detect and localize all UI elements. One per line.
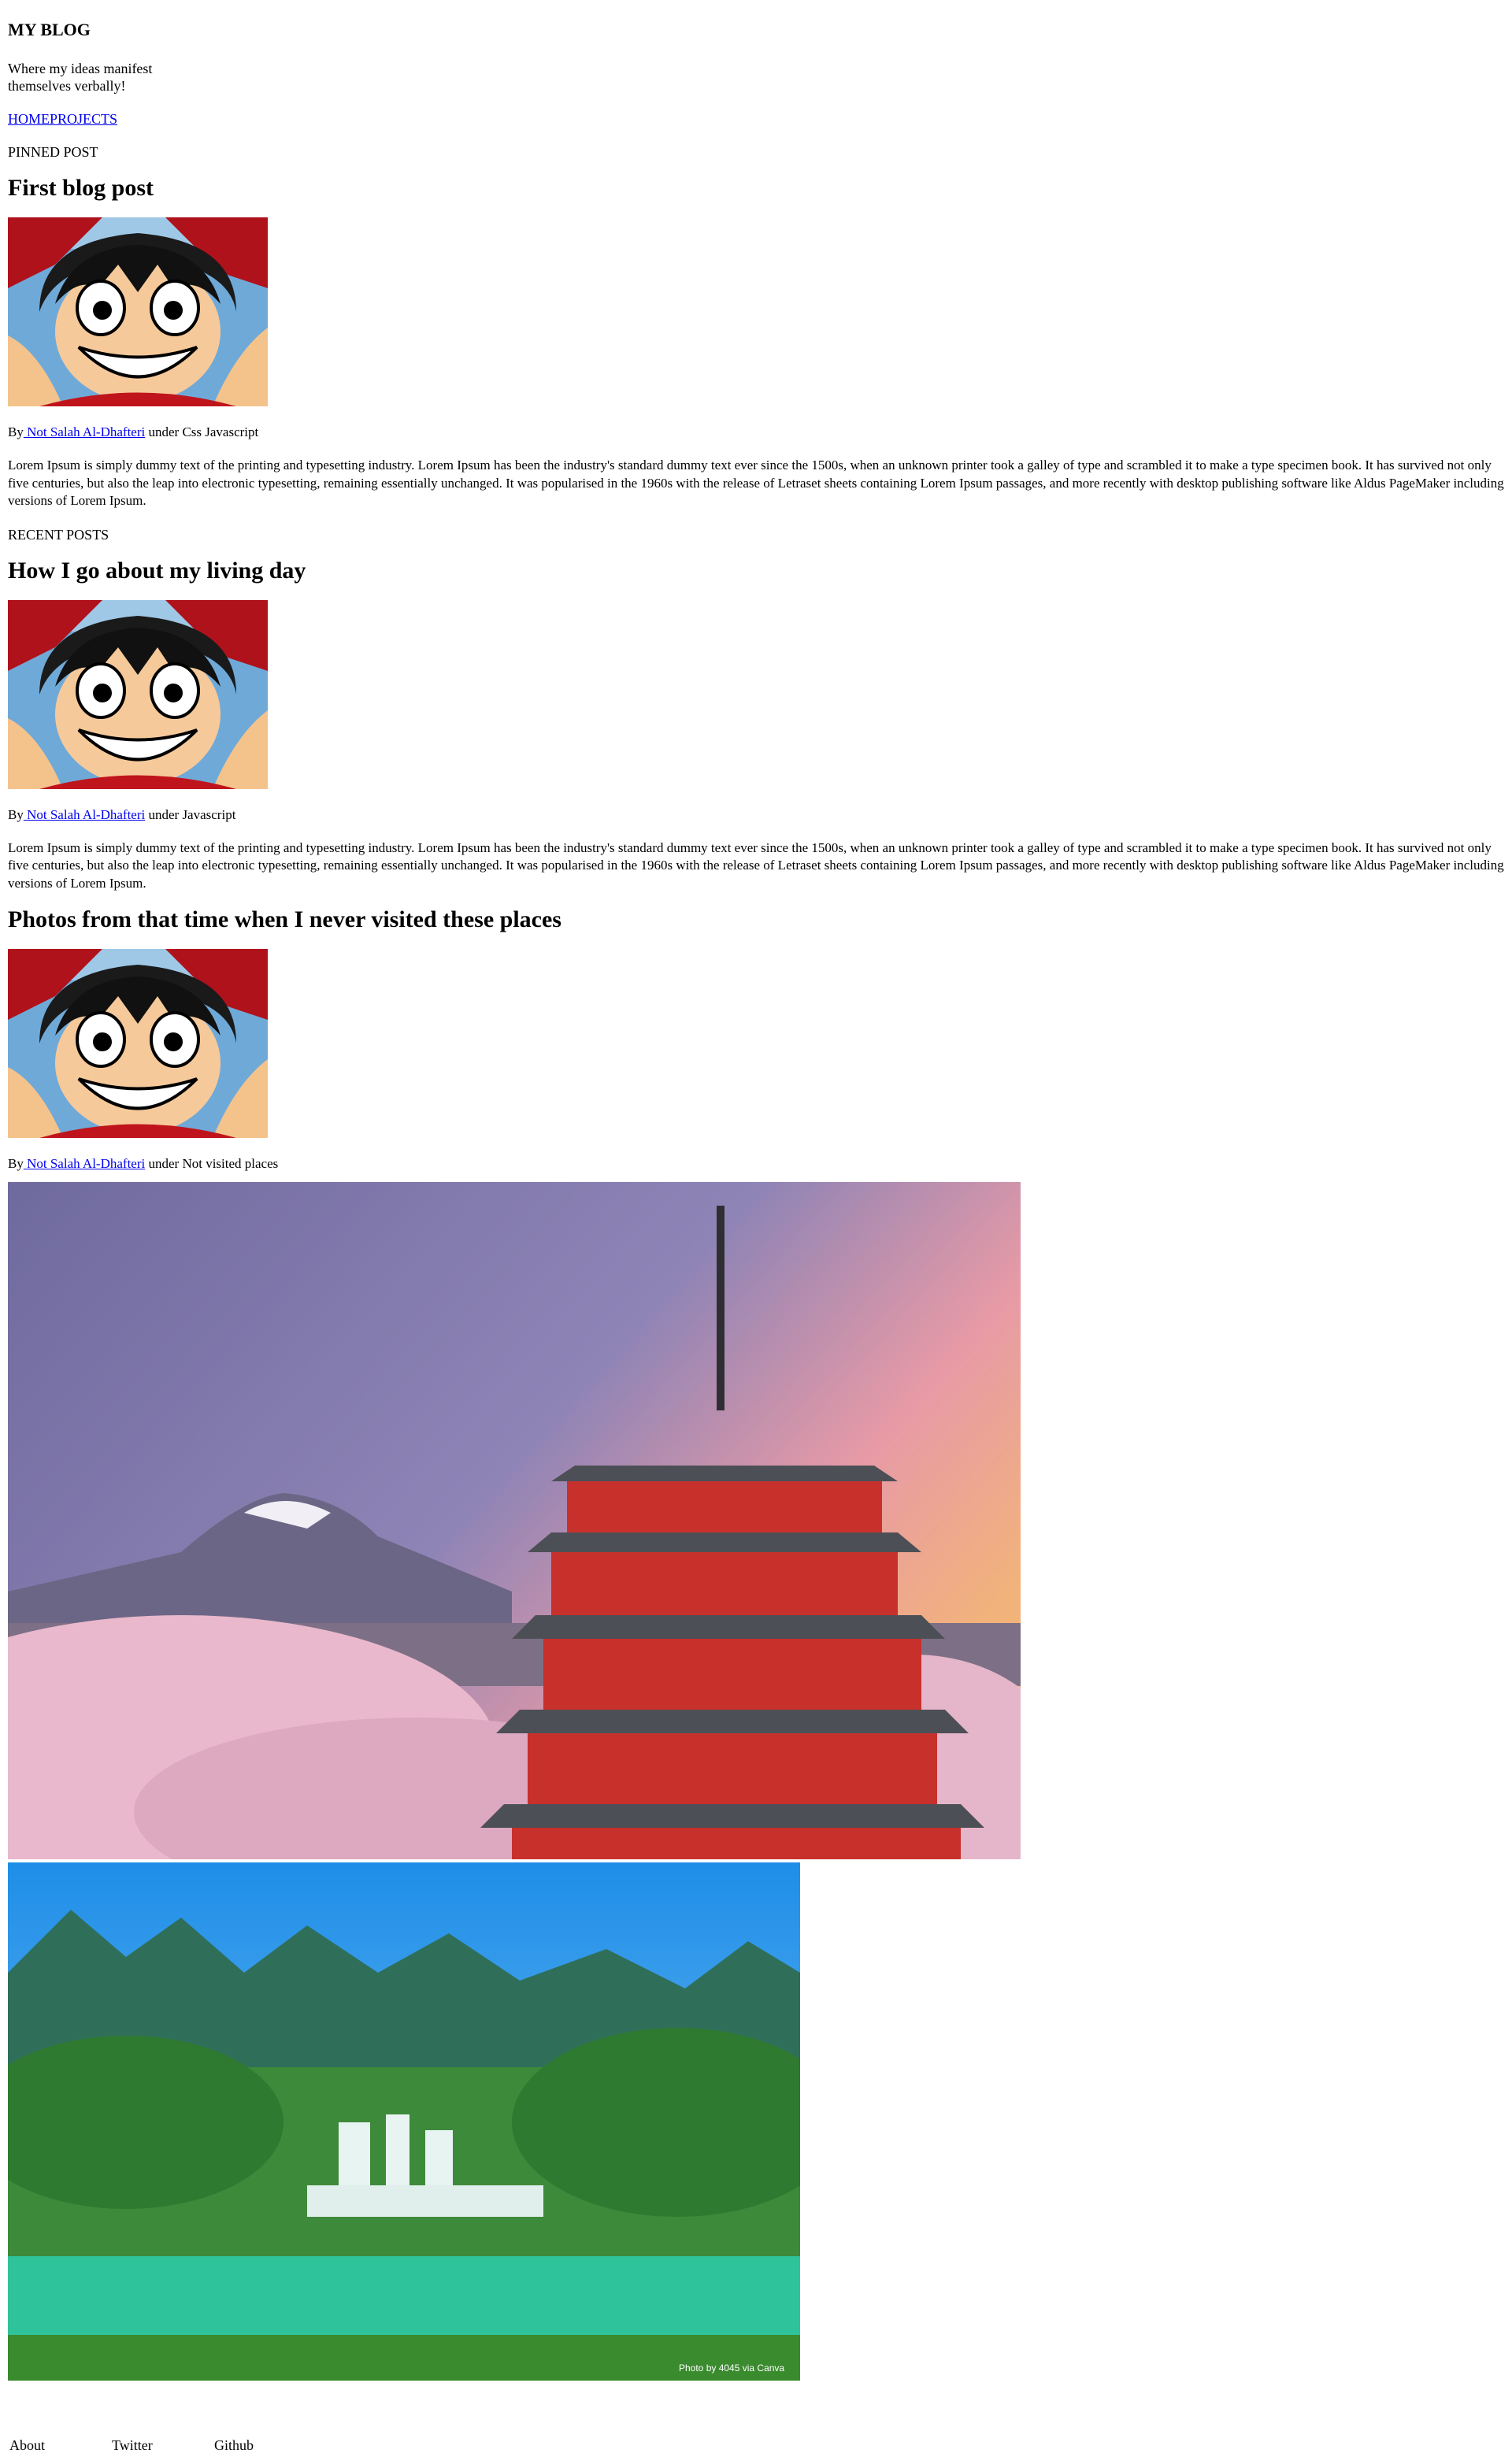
waterfall-photo: Photo by 4045 via Canva — [8, 1862, 800, 2381]
footer-about[interactable]: About — [9, 2437, 112, 2454]
post-byline: By Not Salah Al-Dhafteri under Javascrip… — [8, 806, 1504, 824]
site-footer: About Twitter Github — [9, 2437, 254, 2454]
pinned-post-label: PINNED POST — [8, 144, 98, 160]
page: MY BLOG Where my ideas manifest themselv… — [0, 0, 1512, 2381]
byline-categories: under Css Javascript — [145, 424, 259, 439]
recent-post-photos: Photos from that time when I never visit… — [8, 906, 1504, 2381]
footer-twitter[interactable]: Twitter — [112, 2437, 214, 2454]
post-body: Lorem Ipsum is simply dummy text of the … — [8, 839, 1504, 891]
nav-projects-link[interactable]: PROJECTS — [50, 111, 117, 127]
post-title: How I go about my living day — [8, 557, 306, 584]
recent-section: RECENT POSTS How I go about my living da… — [8, 526, 1504, 2381]
blog-title: MY BLOG — [8, 20, 91, 39]
byline-categories: under Javascript — [145, 806, 236, 822]
nav-home-link[interactable]: HOME — [8, 111, 50, 127]
post-author-image — [8, 217, 268, 406]
footer-github[interactable]: Github — [214, 2437, 254, 2454]
pinned-post: First blog post By Not Salah Al-Dhafteri… — [8, 175, 1504, 510]
byline-categories: under Not visited places — [145, 1156, 279, 1171]
post-title: First blog post — [8, 175, 154, 201]
byline-prefix: By — [8, 806, 24, 822]
blog-tagline: Where my ideas manifest themselves verba… — [8, 61, 153, 94]
post-byline: By Not Salah Al-Dhafteri under Css Javas… — [8, 424, 1504, 441]
post-title: Photos from that time when I never visit… — [8, 906, 561, 932]
recent-post-living-day: How I go about my living day By Not Sala… — [8, 558, 1504, 893]
byline-prefix: By — [8, 424, 24, 439]
post-author-image — [8, 949, 268, 1138]
byline-prefix: By — [8, 1156, 24, 1171]
author-link[interactable]: Not Salah Al-Dhafteri — [24, 424, 145, 439]
recent-posts-label: RECENT POSTS — [8, 526, 109, 543]
site-header: MY BLOG Where my ideas manifest themselv… — [8, 0, 1504, 128]
post-body: Lorem Ipsum is simply dummy text of the … — [8, 458, 1504, 508]
post-byline: By Not Salah Al-Dhafteri under Not visit… — [8, 1155, 1504, 1173]
post-author-image — [8, 599, 268, 789]
pagoda-fuji-photo — [8, 1182, 1021, 1859]
author-link[interactable]: Not Salah Al-Dhafteri — [24, 807, 145, 822]
main-nav: HOMEPROJECTS — [8, 110, 1504, 128]
photo-credit: Photo by 4045 via Canva — [679, 2362, 784, 2374]
author-link[interactable]: Not Salah Al-Dhafteri — [24, 1156, 145, 1171]
pinned-section: PINNED POST First blog post By Not Salah… — [8, 143, 1504, 510]
